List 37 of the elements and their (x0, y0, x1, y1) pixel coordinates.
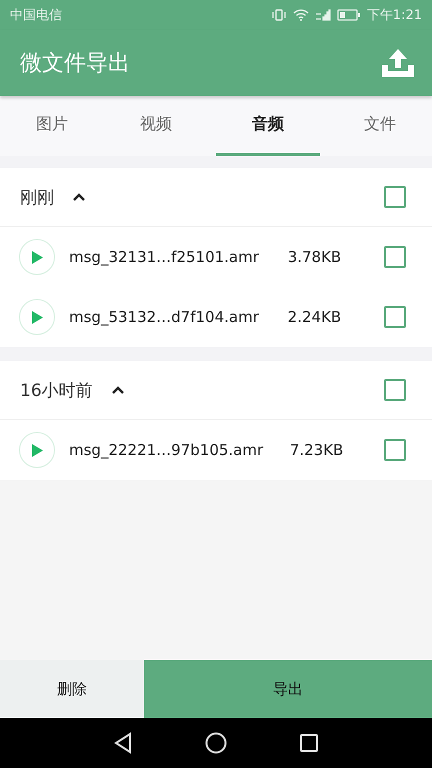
play-icon (31, 310, 43, 324)
export-button[interactable]: 导出 (144, 660, 432, 718)
play-button[interactable] (19, 432, 55, 468)
checkbox[interactable] (384, 186, 406, 208)
file-size: 7.23KB (290, 441, 344, 459)
vibrate-icon (270, 9, 287, 21)
signal-icon (314, 9, 331, 21)
checkbox[interactable] (384, 246, 406, 268)
battery-icon (336, 9, 361, 21)
back-icon[interactable] (113, 732, 133, 754)
file-name: msg_32131…f25101.amr (69, 248, 259, 266)
play-icon (31, 250, 43, 264)
file-name: msg_22221…97b105.amr (69, 441, 264, 459)
checkbox[interactable] (384, 379, 406, 401)
tab[interactable]: 视频 (104, 96, 208, 156)
recent-apps-icon[interactable] (299, 733, 319, 753)
checkbox[interactable] (384, 306, 406, 328)
file-name: msg_53132…d7f104.amr (69, 308, 259, 326)
tab[interactable]: 图片 (0, 96, 104, 156)
file-size: 3.78KB (288, 248, 342, 266)
group-title: 16小时前 (20, 380, 93, 402)
play-icon (31, 444, 43, 456)
play-button[interactable] (19, 239, 55, 275)
delete-button[interactable]: 删除 (0, 660, 144, 718)
carrier-name: 中国电信 (10, 7, 62, 24)
upload-icon[interactable] (380, 47, 416, 79)
app-title: 微文件导出 (20, 50, 130, 78)
chevron-up-icon[interactable] (72, 192, 86, 202)
chevron-up-icon[interactable] (110, 386, 125, 394)
play-button[interactable] (19, 299, 55, 335)
checkbox[interactable] (384, 439, 406, 461)
group-title: 刚刚 (20, 186, 54, 208)
tab[interactable]: 文件 (328, 96, 432, 156)
file-size: 2.24KB (288, 308, 342, 326)
home-icon[interactable] (205, 732, 227, 754)
clock-time: 下午1:21 (366, 7, 422, 24)
wifi-icon (292, 9, 309, 21)
